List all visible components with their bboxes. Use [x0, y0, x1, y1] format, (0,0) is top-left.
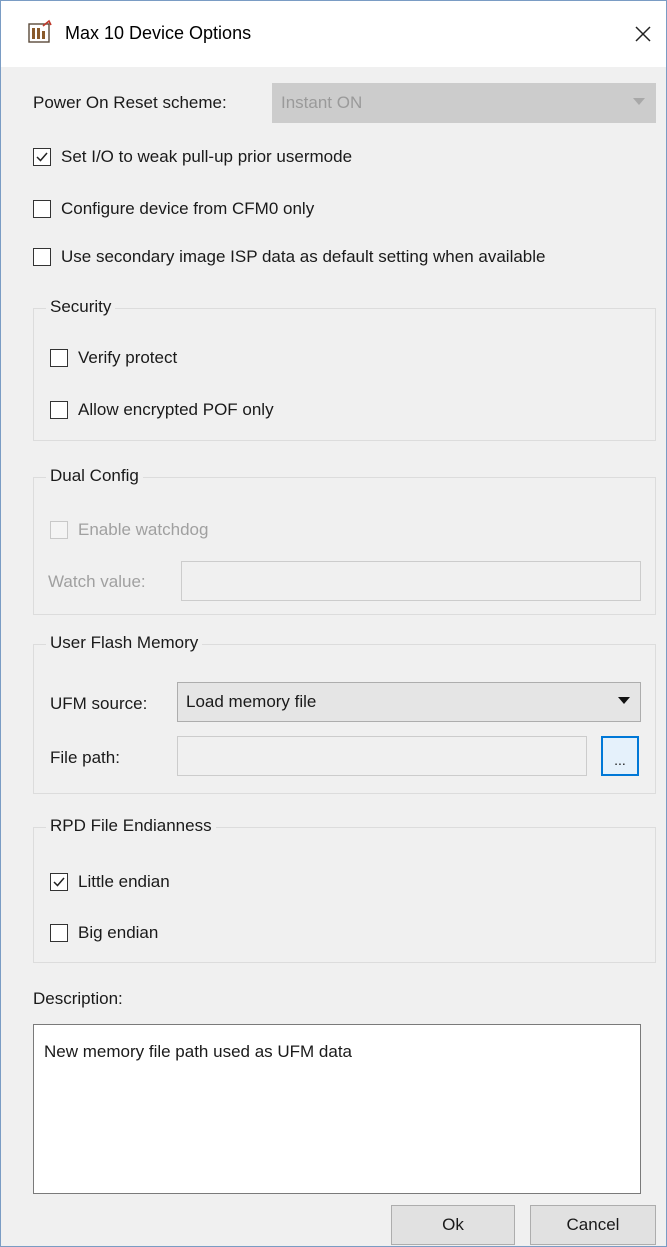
secondary-isp-checkbox[interactable] — [33, 248, 51, 266]
check-icon — [53, 877, 65, 887]
check-icon — [36, 152, 48, 162]
little-endian-checkbox[interactable] — [50, 873, 68, 891]
watch-value-label: Watch value: — [48, 572, 146, 591]
power-on-reset-value: Instant ON — [281, 93, 363, 112]
cfm0-only-label: Configure device from CFM0 only — [61, 199, 315, 218]
ok-button-label: Ok — [442, 1215, 464, 1234]
verify-protect-option[interactable]: Verify protect — [50, 345, 177, 371]
ufm-source-select[interactable]: Load memory file — [177, 682, 641, 722]
dual-config-group: Dual Config Enable watchdog Watch value: — [33, 466, 656, 615]
enable-watchdog-checkbox[interactable] — [50, 521, 68, 539]
title-bar: Max 10 Device Options — [1, 1, 666, 67]
chevron-down-icon — [618, 697, 630, 704]
secondary-isp-option[interactable]: Use secondary image ISP data as default … — [33, 244, 545, 270]
little-endian-option[interactable]: Little endian — [50, 869, 170, 895]
description-text: New memory file path used as UFM data — [44, 1042, 353, 1061]
encrypted-pof-label: Allow encrypted POF only — [78, 400, 274, 419]
ufm-group-title: User Flash Memory — [46, 633, 203, 653]
cancel-button[interactable]: Cancel — [530, 1205, 656, 1245]
cancel-button-label: Cancel — [566, 1215, 620, 1234]
weak-pullup-option[interactable]: Set I/O to weak pull-up prior usermode — [33, 144, 352, 170]
secondary-isp-label: Use secondary image ISP data as default … — [61, 247, 546, 266]
browse-button-label: ... — [614, 752, 626, 768]
security-group: Security Verify protect Allow encrypted … — [33, 297, 656, 441]
ok-button[interactable]: Ok — [391, 1205, 515, 1245]
cfm0-only-checkbox[interactable] — [33, 200, 51, 218]
verify-protect-checkbox[interactable] — [50, 349, 68, 367]
power-on-reset-select[interactable]: Instant ON — [272, 83, 656, 123]
user-flash-memory-group: User Flash Memory UFM source: Load memor… — [33, 633, 656, 794]
verify-protect-label: Verify protect — [78, 348, 178, 367]
security-group-title: Security — [46, 297, 116, 317]
big-endian-label: Big endian — [78, 923, 159, 942]
description-box: New memory file path used as UFM data — [33, 1024, 641, 1194]
dual-config-group-title: Dual Config — [46, 466, 143, 486]
close-icon — [635, 26, 651, 42]
big-endian-option[interactable]: Big endian — [50, 920, 158, 946]
cfm0-only-option[interactable]: Configure device from CFM0 only — [33, 196, 314, 222]
encrypted-pof-checkbox[interactable] — [50, 401, 68, 419]
browse-button[interactable]: ... — [601, 736, 639, 776]
file-path-label: File path: — [50, 748, 120, 767]
file-path-input[interactable] — [177, 736, 587, 776]
little-endian-label: Little endian — [78, 872, 170, 891]
watch-value-input[interactable] — [181, 561, 641, 601]
enable-watchdog-label: Enable watchdog — [78, 520, 209, 539]
dialog-title: Max 10 Device Options — [65, 23, 252, 43]
power-on-reset-label: Power On Reset scheme: — [33, 93, 227, 112]
description-label: Description: — [33, 989, 123, 1008]
rpd-endianness-group: RPD File Endianness Little endian Big en… — [33, 816, 656, 963]
close-button[interactable] — [620, 11, 666, 57]
rpd-group-title: RPD File Endianness — [46, 816, 216, 836]
ufm-source-label: UFM source: — [50, 694, 148, 713]
encrypted-pof-option[interactable]: Allow encrypted POF only — [50, 397, 274, 423]
device-options-dialog: Max 10 Device Options Power On Reset sch… — [0, 0, 667, 1247]
max10-app-icon — [27, 19, 53, 45]
big-endian-checkbox[interactable] — [50, 924, 68, 942]
chevron-down-icon — [633, 98, 645, 105]
weak-pullup-checkbox[interactable] — [33, 148, 51, 166]
enable-watchdog-option[interactable]: Enable watchdog — [50, 517, 208, 543]
ufm-source-value: Load memory file — [186, 692, 317, 711]
weak-pullup-label: Set I/O to weak pull-up prior usermode — [61, 147, 353, 166]
